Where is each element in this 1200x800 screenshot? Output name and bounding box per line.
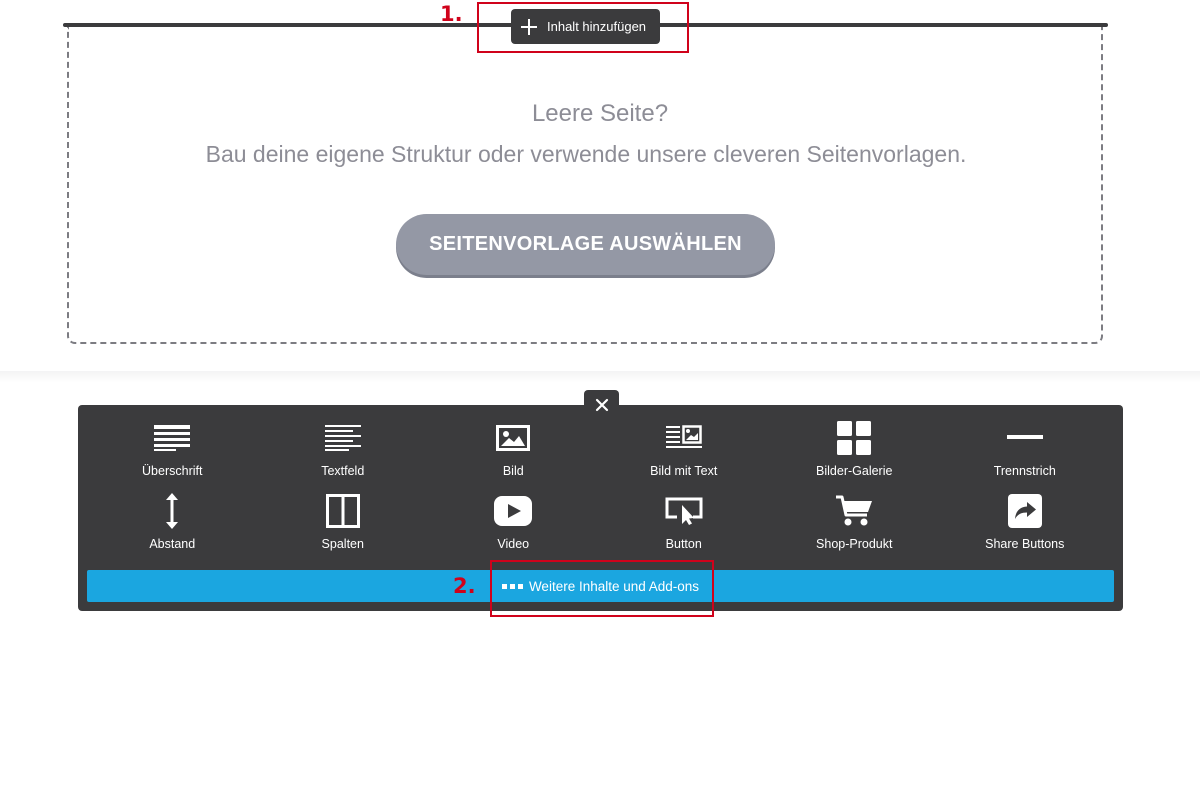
tile-image-text[interactable]: Bild mit Text <box>599 418 770 491</box>
heading-icon <box>152 418 192 458</box>
content-type-grid: Überschrift Textfeld Bild Bild mit Text … <box>87 418 1110 564</box>
empty-section-dropzone <box>67 27 1103 344</box>
spacing-icon <box>152 491 192 531</box>
button-icon <box>664 491 704 531</box>
empty-page-subtitle: Bau deine eigene Struktur oder verwende … <box>205 141 967 167</box>
tile-label: Video <box>497 537 530 551</box>
tile-image[interactable]: Bild <box>428 418 599 491</box>
tile-share-buttons[interactable]: Share Buttons <box>940 491 1111 564</box>
annotation-step2: 2. <box>453 574 476 598</box>
video-icon <box>493 491 533 531</box>
image-icon <box>493 418 533 458</box>
tile-label: Textfeld <box>321 464 365 478</box>
tile-label: Spalten <box>321 537 364 551</box>
tile-label: Abstand <box>149 537 196 551</box>
share-icon <box>1005 491 1045 531</box>
divider-icon <box>1005 418 1045 458</box>
tile-shop-product[interactable]: Shop-Produkt <box>769 491 940 564</box>
section-separator <box>0 371 1200 383</box>
tile-heading[interactable]: Überschrift <box>87 418 258 491</box>
close-icon <box>595 398 608 412</box>
image-text-icon <box>664 418 704 458</box>
gallery-icon <box>834 418 874 458</box>
tile-label: Trennstrich <box>993 464 1056 478</box>
tile-label: Share Buttons <box>985 537 1065 551</box>
tile-label: Bild mit Text <box>650 464 718 478</box>
cart-icon <box>834 491 874 531</box>
tile-label: Bilder-Galerie <box>816 464 893 478</box>
empty-page-title: Leere Seite? <box>531 100 669 127</box>
tile-video[interactable]: Video <box>428 491 599 564</box>
tile-text[interactable]: Textfeld <box>258 418 429 491</box>
tile-button[interactable]: Button <box>599 491 770 564</box>
text-icon <box>323 418 363 458</box>
tile-label: Shop-Produkt <box>816 537 893 551</box>
tile-label: Button <box>665 537 702 551</box>
annotation-step1: 1. <box>440 2 463 26</box>
columns-icon <box>323 491 363 531</box>
choose-template-button[interactable]: SEITENVORLAGE AUSWÄHLEN <box>396 214 775 275</box>
tile-columns[interactable]: Spalten <box>258 491 429 564</box>
tile-label: Bild <box>502 464 524 478</box>
tile-label: Überschrift <box>142 464 203 478</box>
tile-gallery[interactable]: Bilder-Galerie <box>769 418 940 491</box>
close-panel-button[interactable] <box>584 390 619 420</box>
tile-divider[interactable]: Trennstrich <box>940 418 1111 491</box>
highlight-box-step1 <box>477 2 689 53</box>
highlight-box-step2 <box>490 560 714 617</box>
tile-spacing[interactable]: Abstand <box>87 491 258 564</box>
